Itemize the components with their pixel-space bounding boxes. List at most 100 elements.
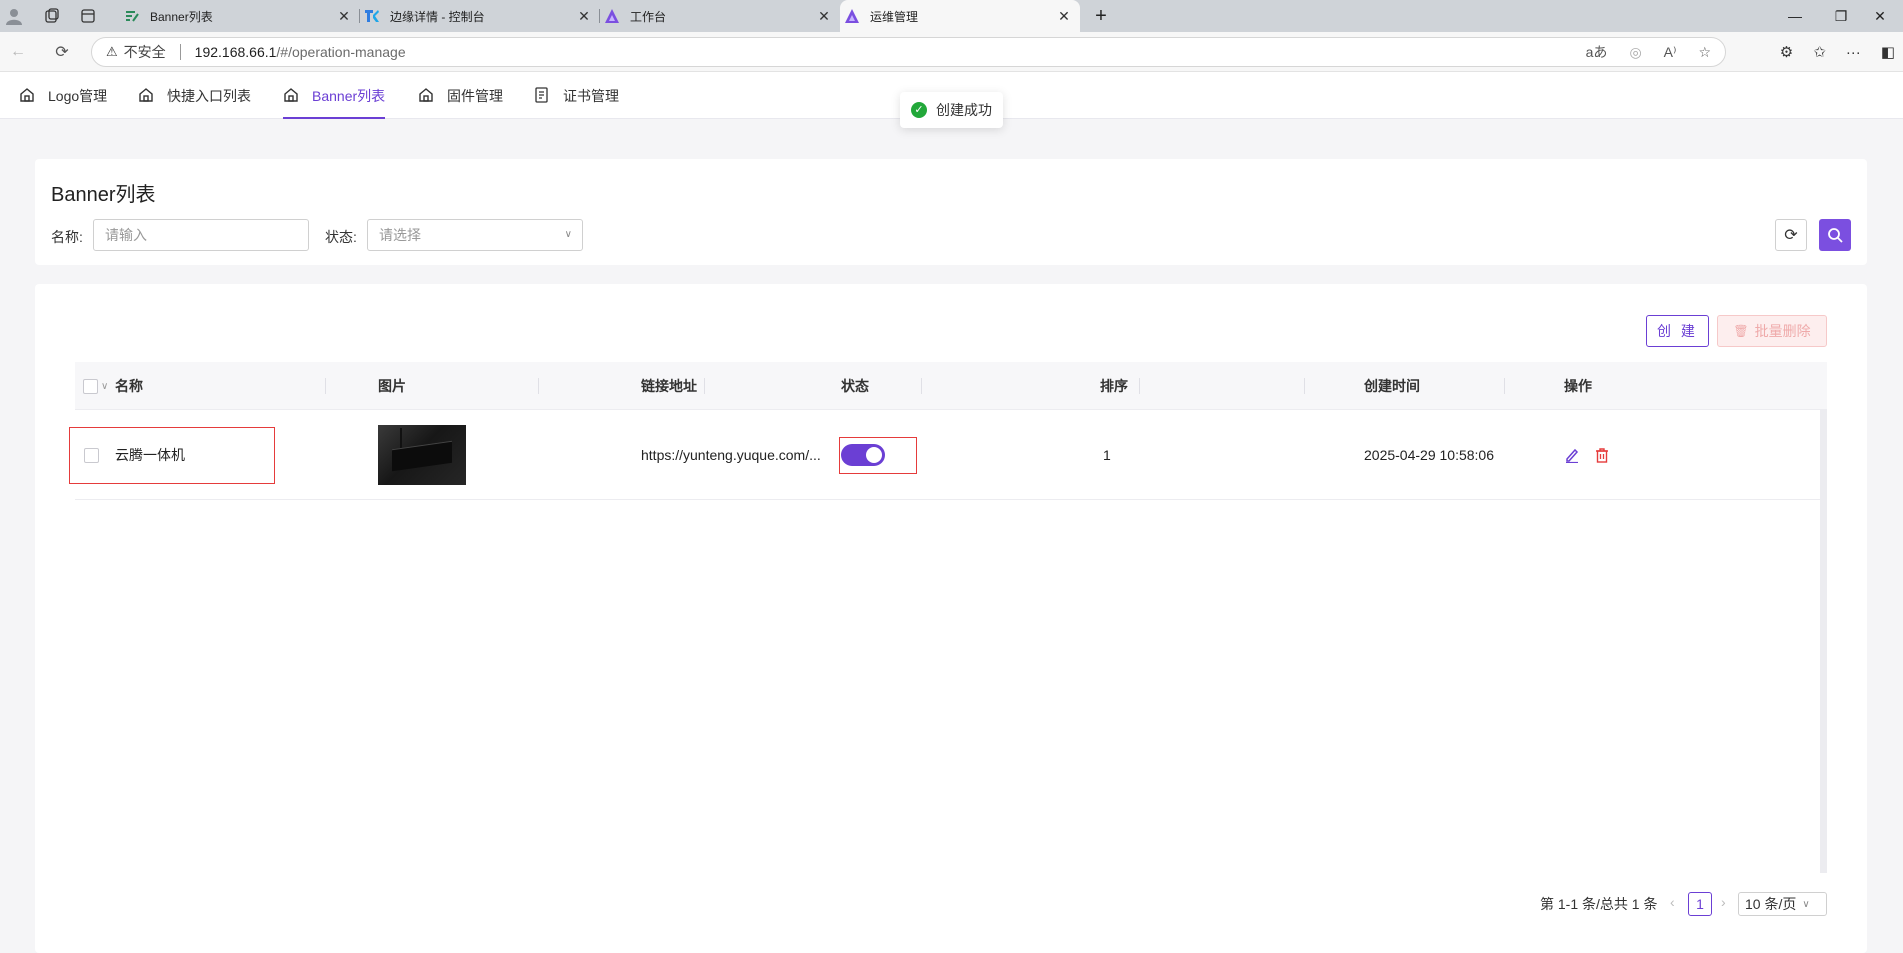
batch-delete-label: 批量删除 bbox=[1754, 323, 1811, 339]
page-size-select[interactable]: 10 条/页 ∨ bbox=[1738, 892, 1827, 916]
nav-tab-label: 快捷入口列表 bbox=[167, 87, 251, 104]
security-label[interactable]: 不安全 bbox=[124, 42, 166, 62]
nav-tab-certificate[interactable]: 证书管理 bbox=[534, 72, 619, 119]
search-button[interactable] bbox=[1819, 219, 1851, 251]
collections-icon[interactable] bbox=[34, 0, 70, 32]
close-window-icon[interactable]: ✕ bbox=[1857, 0, 1903, 32]
page-size-label: 10 条/页 bbox=[1745, 896, 1797, 912]
favorites-icon[interactable]: ✩ bbox=[1813, 43, 1826, 61]
table-panel: 创 建 🗑 批量删除 ∨ 名称 图片 链接地址 状态 排序 创建时间 操作 云腾… bbox=[35, 284, 1867, 953]
browser-tab-workbench[interactable]: 工作台 ✕ bbox=[604, 0, 840, 32]
trash-icon: 🗑 bbox=[1733, 324, 1749, 338]
profile-icon[interactable] bbox=[0, 0, 28, 32]
select-all-checkbox[interactable]: ∨ bbox=[83, 362, 108, 410]
browser-tab-edge-detail[interactable]: 边缘详情 - 控制台 ✕ bbox=[364, 0, 600, 32]
home-icon bbox=[418, 87, 436, 105]
column-divider bbox=[921, 378, 922, 394]
column-divider bbox=[538, 378, 539, 394]
browser-toolbar: ← ⟳ ⚠ 不安全 192.168.66.1/#/operation-manag… bbox=[0, 32, 1903, 72]
delete-icon[interactable] bbox=[1594, 447, 1610, 463]
name-filter-label: 名称: bbox=[51, 229, 83, 245]
nav-tab-label: Banner列表 bbox=[312, 87, 386, 104]
prev-page-icon[interactable]: ‹ bbox=[1670, 894, 1675, 910]
table-row[interactable]: 云腾一体机 https://yunteng.yuque.com/... 1 20… bbox=[75, 410, 1820, 500]
nav-tab-label: Logo管理 bbox=[48, 87, 108, 104]
tracking-icon[interactable]: ◎ bbox=[1629, 44, 1641, 61]
row-sort: 1 bbox=[1103, 447, 1111, 463]
more-menu-icon[interactable]: ··· bbox=[1846, 44, 1861, 61]
close-icon[interactable]: ✕ bbox=[336, 8, 352, 24]
edit-list-icon bbox=[124, 8, 140, 24]
browser-tab-title: 工作台 bbox=[630, 9, 667, 24]
browser-tab-ops-manage[interactable]: 运维管理 ✕ bbox=[840, 0, 1080, 32]
column-header: 名称 bbox=[115, 378, 143, 394]
device-photo bbox=[378, 425, 466, 485]
reset-button[interactable]: ⟳ bbox=[1775, 219, 1807, 251]
column-divider bbox=[1504, 378, 1505, 394]
new-tab-icon[interactable]: + bbox=[1090, 0, 1112, 32]
triangle-logo-icon bbox=[844, 8, 860, 24]
column-divider bbox=[325, 378, 326, 394]
nav-tab-logo[interactable]: Logo管理 bbox=[19, 72, 107, 119]
row-image[interactable] bbox=[378, 410, 466, 500]
favorite-star-icon[interactable]: ☆ bbox=[1698, 44, 1711, 61]
column-header: 链接地址 bbox=[641, 378, 697, 394]
highlight-box-status bbox=[839, 437, 917, 474]
batch-delete-button[interactable]: 🗑 批量删除 bbox=[1717, 315, 1827, 347]
close-icon[interactable]: ✕ bbox=[1056, 8, 1072, 24]
browser-tab-strip: Banner列表 ✕ 边缘详情 - 控制台 ✕ 工作台 ✕ 运维管理 ✕ + —… bbox=[0, 0, 1903, 32]
highlight-box-name bbox=[69, 427, 275, 484]
name-filter-placeholder: 请输入 bbox=[105, 227, 147, 243]
next-page-icon[interactable]: › bbox=[1721, 894, 1726, 910]
status-filter-label: 状态: bbox=[325, 229, 357, 245]
search-icon bbox=[1828, 228, 1843, 243]
row-created-at: 2025-04-29 10:58:06 bbox=[1364, 447, 1494, 463]
certificate-icon bbox=[534, 86, 552, 105]
page-number-button[interactable]: 1 bbox=[1688, 892, 1712, 916]
home-icon bbox=[19, 87, 37, 105]
page-title: Banner列表 bbox=[51, 184, 156, 206]
chevron-down-icon: ∨ bbox=[564, 229, 572, 240]
nav-tab-banner[interactable]: Banner列表 bbox=[283, 72, 386, 119]
browser-tab-title: Banner列表 bbox=[150, 9, 213, 24]
check-circle-icon: ✓ bbox=[911, 102, 927, 118]
nav-tab-firmware[interactable]: 固件管理 bbox=[418, 72, 503, 119]
column-header: 排序 bbox=[1100, 378, 1128, 394]
column-header: 创建时间 bbox=[1364, 378, 1420, 394]
table-scrollbar[interactable] bbox=[1820, 410, 1827, 873]
home-icon bbox=[138, 87, 156, 105]
refresh-icon[interactable]: ⟳ bbox=[48, 38, 76, 66]
tab-actions-icon[interactable] bbox=[70, 0, 106, 32]
minimize-icon[interactable]: — bbox=[1772, 0, 1818, 32]
tab-separator bbox=[599, 9, 600, 23]
search-panel: Banner列表 名称: 请输入 状态: 请选择 ∨ ⟳ bbox=[35, 159, 1867, 265]
triangle-logo-icon bbox=[604, 8, 620, 24]
refresh-icon: ⟳ bbox=[1784, 227, 1798, 244]
read-aloud-icon[interactable]: A⁾ bbox=[1664, 44, 1677, 61]
column-header: 状态 bbox=[841, 378, 869, 394]
url-path: /#/operation-manage bbox=[276, 44, 406, 60]
nav-tab-shortcuts[interactable]: 快捷入口列表 bbox=[138, 72, 251, 119]
close-icon[interactable]: ✕ bbox=[816, 8, 832, 24]
column-header: 操作 bbox=[1564, 378, 1592, 394]
column-divider bbox=[704, 378, 705, 394]
close-icon[interactable]: ✕ bbox=[576, 8, 592, 24]
translate-icon[interactable]: aあ bbox=[1586, 42, 1608, 62]
warning-icon[interactable]: ⚠ bbox=[106, 44, 118, 60]
back-icon[interactable]: ← bbox=[4, 38, 32, 66]
address-bar[interactable]: ⚠ 不安全 192.168.66.1/#/operation-manage aあ… bbox=[91, 37, 1726, 67]
tab-separator bbox=[359, 9, 360, 23]
status-filter-select[interactable]: 请选择 ∨ bbox=[367, 219, 583, 251]
table-header: ∨ 名称 图片 链接地址 状态 排序 创建时间 操作 bbox=[75, 362, 1827, 410]
chevron-down-icon: ∨ bbox=[1802, 898, 1810, 910]
browser-tab-banner-list[interactable]: Banner列表 ✕ bbox=[124, 0, 360, 32]
sidebar-icon[interactable]: ◧ bbox=[1881, 43, 1895, 61]
home-icon bbox=[283, 87, 301, 105]
status-filter-placeholder: 请选择 bbox=[379, 227, 421, 243]
edit-icon[interactable] bbox=[1564, 447, 1580, 463]
success-toast: ✓ 创建成功 bbox=[900, 92, 1003, 128]
create-button[interactable]: 创 建 bbox=[1646, 315, 1709, 347]
extensions-icon[interactable]: ⚙ bbox=[1780, 43, 1793, 61]
tk-logo-icon bbox=[364, 8, 380, 24]
name-filter-input[interactable]: 请输入 bbox=[93, 219, 309, 251]
